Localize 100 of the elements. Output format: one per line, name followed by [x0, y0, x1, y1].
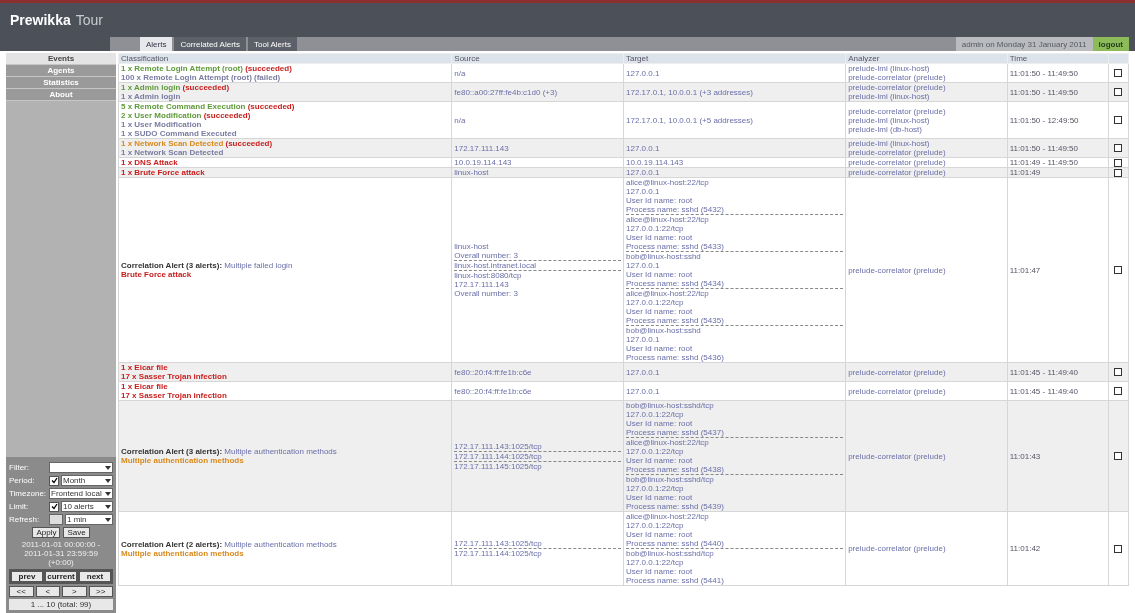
page-button[interactable]: >	[62, 586, 87, 597]
source-link[interactable]: linux-host	[454, 242, 489, 251]
target-link[interactable]: User Id name: root	[626, 344, 693, 353]
page-button[interactable]: <	[35, 586, 60, 597]
correlation-link[interactable]: Multiple authentication methods	[224, 539, 337, 549]
source-link[interactable]: linux-host:8080/tcp	[454, 271, 522, 280]
target-link[interactable]: User Id name: root	[626, 270, 693, 279]
target-link[interactable]: 127.0.0.1	[626, 386, 660, 396]
target-link[interactable]: bob@linux-host:sshd/tcp	[626, 549, 714, 558]
source-link[interactable]: 172.17.111.143	[454, 143, 509, 153]
select-field[interactable]: Frontend local	[49, 488, 113, 499]
analyzer-link[interactable]: prelude-correlator (prelude)	[848, 265, 946, 275]
target-link[interactable]: Process name: sshd (5432)	[626, 205, 724, 214]
target-link[interactable]: Process name: sshd (5440)	[626, 539, 724, 548]
logout-button[interactable]: logout	[1092, 37, 1129, 51]
source-link[interactable]: 172.17.111.145:1025/tcp	[454, 461, 542, 471]
sidebar-item[interactable]: Agents	[6, 65, 116, 77]
analyzer-link[interactable]: prelude-lml (db-host)	[848, 124, 922, 134]
row-checkbox[interactable]	[1114, 368, 1123, 376]
target-link[interactable]: User Id name: root	[626, 493, 693, 502]
target-link[interactable]: User Id name: root	[626, 196, 693, 205]
target-link[interactable]: 127.0.0.1	[626, 261, 660, 270]
analyzer-link[interactable]: prelude-correlator (prelude)	[848, 106, 946, 116]
row-checkbox[interactable]	[1114, 69, 1123, 77]
correlation-link[interactable]: Multiple failed login	[224, 261, 293, 270]
target-link[interactable]: alice@linux-host:22/tcp	[626, 215, 709, 224]
period-button[interactable]: next	[79, 571, 111, 582]
checkbox[interactable]	[49, 501, 59, 512]
tab[interactable]: Tool Alerts	[248, 37, 297, 51]
target-link[interactable]: alice@linux-host:22/tcp	[626, 289, 709, 298]
target-link[interactable]: User Id name: root	[626, 530, 693, 539]
row-checkbox[interactable]	[1114, 266, 1123, 274]
source-link[interactable]: linux-host.intranet.local	[454, 261, 537, 270]
target-link[interactable]: bob@linux-host:sshd	[626, 326, 701, 335]
page-button[interactable]: >>	[88, 586, 113, 597]
target-link[interactable]: 127.0.0.1:22/tcp	[626, 521, 684, 530]
target-link[interactable]: Process name: sshd (5433)	[626, 242, 724, 251]
analyzer-link[interactable]: prelude-correlator (prelude)	[848, 544, 946, 553]
target-link[interactable]: 127.0.0.1:22/tcp	[626, 484, 684, 493]
target-link[interactable]: Process name: sshd (5434)	[626, 279, 724, 288]
target-link[interactable]: bob@linux-host:sshd	[626, 252, 701, 261]
row-checkbox[interactable]	[1114, 116, 1123, 124]
target-link[interactable]: 127.0.0.1:22/tcp	[626, 224, 684, 233]
target-link[interactable]: alice@linux-host:22/tcp	[626, 178, 709, 187]
target-link[interactable]: bob@linux-host:sshd/tcp	[626, 475, 714, 484]
target-link[interactable]: User Id name: root	[626, 456, 693, 465]
target-link[interactable]: 127.0.0.1:22/tcp	[626, 447, 684, 456]
source-link[interactable]: linux-host	[454, 168, 489, 177]
sidebar-item[interactable]: Statistics	[6, 77, 116, 89]
analyzer-link[interactable]: prelude-lml (linux-host)	[848, 92, 930, 101]
correlation-link[interactable]: Multiple authentication methods	[224, 447, 337, 456]
analyzer-link[interactable]: prelude-correlator (prelude)	[848, 73, 946, 82]
select-field[interactable]	[49, 462, 113, 473]
target-link[interactable]: Process name: sshd (5441)	[626, 576, 724, 585]
analyzer-link[interactable]: prelude-lml (linux-host)	[848, 115, 930, 125]
source-link[interactable]: 172.17.111.144:1025/tcp	[454, 451, 542, 461]
source-link[interactable]: 172.17.111.143:1025/tcp	[454, 441, 542, 451]
target-link[interactable]: User Id name: root	[626, 419, 693, 428]
sidebar-item[interactable]: Events	[6, 53, 116, 65]
target-link[interactable]: 172.17.0.1, 10.0.0.1 (+5 addresses)	[626, 115, 753, 125]
sidebar-item[interactable]: About	[6, 89, 116, 101]
target-link[interactable]: 127.0.0.1	[626, 335, 660, 344]
source-link[interactable]: n/a	[454, 68, 466, 78]
source-link[interactable]: Overall number: 3	[454, 251, 518, 260]
source-link[interactable]: Overall number: 3	[454, 289, 518, 298]
select-field[interactable]: 10 alerts	[61, 501, 113, 512]
period-button[interactable]: current	[45, 571, 77, 582]
target-link[interactable]: 127.0.0.1:22/tcp	[626, 410, 684, 419]
target-link[interactable]: 127.0.0.1	[626, 367, 660, 377]
target-link[interactable]: 127.0.0.1	[626, 143, 660, 153]
analyzer-link[interactable]: prelude-lml (linux-host)	[848, 64, 930, 73]
target-link[interactable]: Process name: sshd (5435)	[626, 316, 724, 325]
target-link[interactable]: alice@linux-host:22/tcp	[626, 438, 709, 447]
target-link[interactable]: 127.0.0.1:22/tcp	[626, 298, 684, 307]
target-link[interactable]: User Id name: root	[626, 233, 693, 242]
source-link[interactable]: 172.17.111.143	[454, 280, 509, 289]
analyzer-link[interactable]: prelude-correlator (prelude)	[848, 451, 946, 461]
target-link[interactable]: Process name: sshd (5437)	[626, 428, 724, 437]
target-link[interactable]: Process name: sshd (5438)	[626, 465, 724, 474]
input-field[interactable]	[49, 514, 63, 525]
target-link[interactable]: 127.0.0.1	[626, 168, 660, 177]
page-button[interactable]: <<	[9, 586, 34, 597]
target-link[interactable]: Process name: sshd (5436)	[626, 353, 724, 362]
form-button[interactable]: Save	[63, 527, 90, 538]
source-link[interactable]: 172.17.111.144:1025/tcp	[454, 549, 542, 558]
source-link[interactable]: n/a	[454, 115, 466, 125]
tab[interactable]: Correlated Alerts	[174, 37, 247, 51]
analyzer-link[interactable]: prelude-lml (linux-host)	[848, 139, 930, 148]
row-checkbox[interactable]	[1114, 88, 1123, 96]
target-link[interactable]: Process name: sshd (5439)	[626, 502, 724, 511]
source-link[interactable]: 172.17.111.143:1025/tcp	[454, 539, 542, 548]
target-link[interactable]: 127.0.0.1	[626, 187, 660, 196]
row-checkbox[interactable]	[1114, 452, 1123, 460]
row-checkbox[interactable]	[1114, 168, 1123, 177]
period-button[interactable]: prev	[11, 571, 43, 582]
target-link[interactable]: bob@linux-host:sshd/tcp	[626, 401, 714, 410]
target-link[interactable]: 127.0.0.1:22/tcp	[626, 558, 684, 567]
row-checkbox[interactable]	[1114, 158, 1123, 167]
target-link[interactable]: alice@linux-host:22/tcp	[626, 512, 709, 521]
row-checkbox[interactable]	[1114, 544, 1123, 553]
